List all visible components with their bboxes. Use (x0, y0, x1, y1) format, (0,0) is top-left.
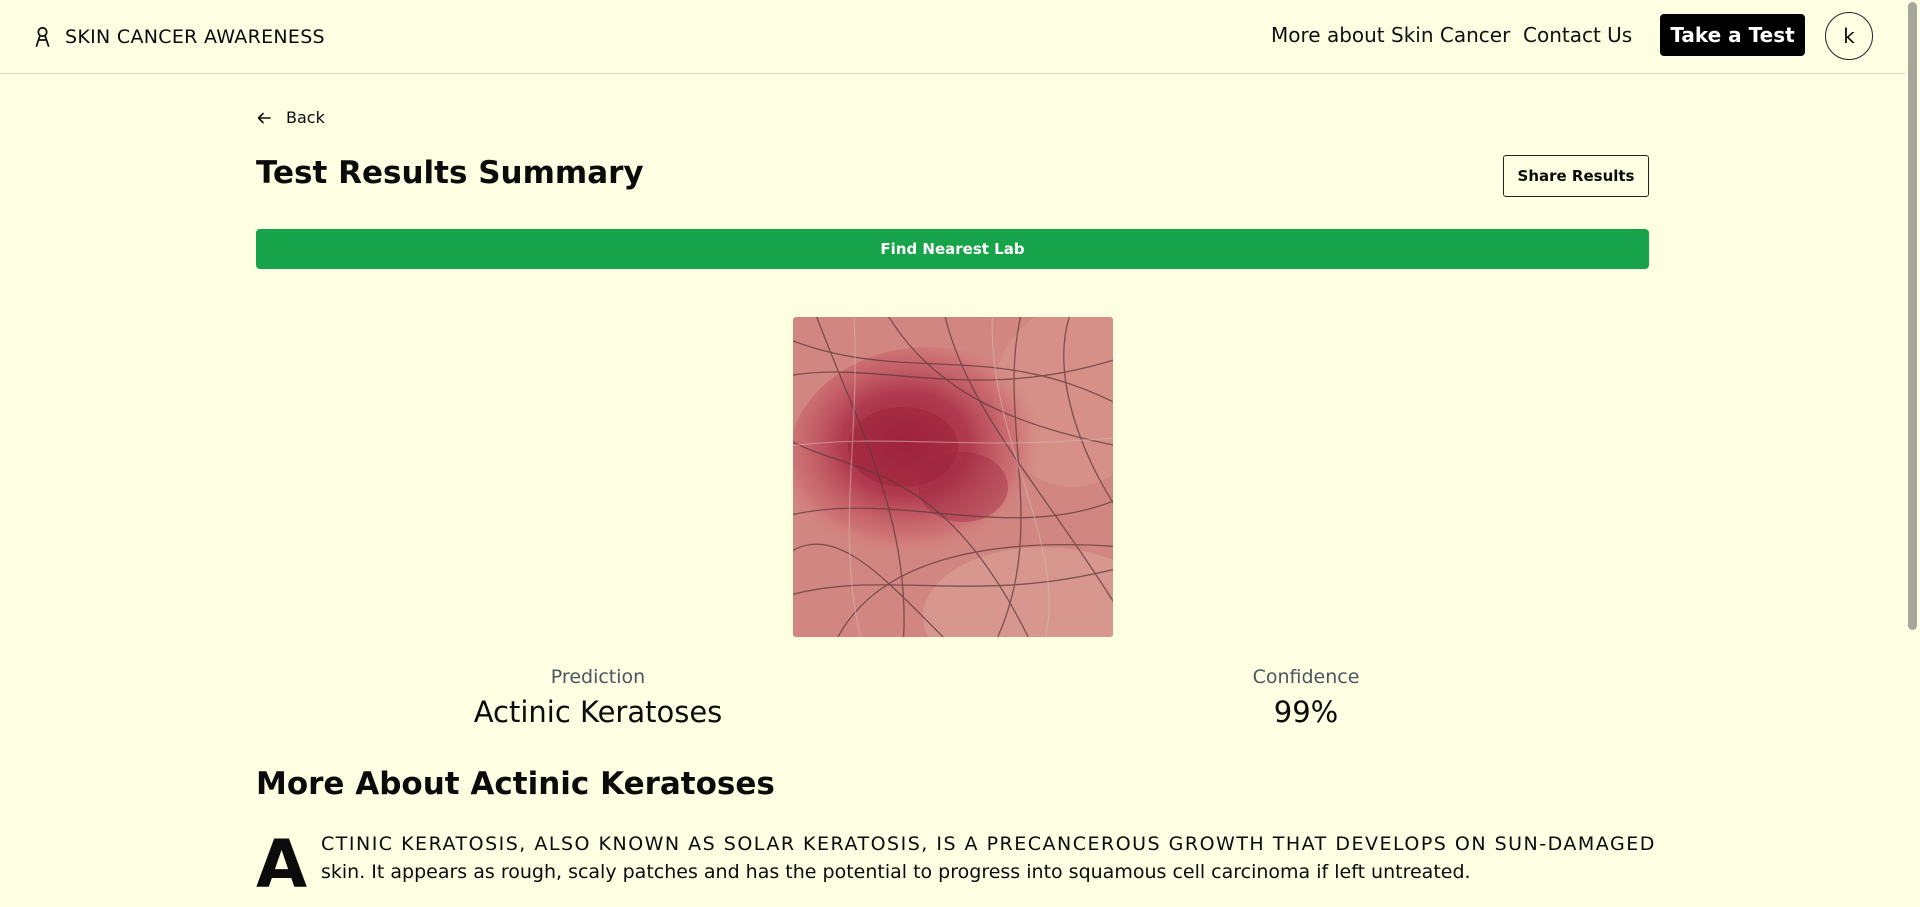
find-nearest-lab-button[interactable]: Find Nearest Lab (256, 229, 1649, 269)
back-label: Back (286, 108, 325, 127)
about-lead-text: CTINIC KERATOSIS, ALSO KNOWN AS SOLAR KE… (321, 833, 1656, 855)
user-avatar[interactable]: k (1825, 12, 1873, 60)
top-navbar: SKIN CANCER AWARENESS More about Skin Ca… (0, 0, 1905, 74)
awareness-ribbon-icon (35, 26, 50, 47)
confidence-block: Confidence 99% (1106, 665, 1506, 731)
skin-lesion-image (793, 317, 1113, 637)
nav-contact-us[interactable]: Contact Us (1523, 21, 1632, 49)
nav-more-about-skin-cancer[interactable]: More about Skin Cancer (1271, 21, 1510, 49)
take-a-test-button[interactable]: Take a Test (1660, 14, 1805, 56)
confidence-value: 99% (1273, 695, 1339, 729)
drop-cap: A (256, 826, 308, 903)
page-title: Test Results Summary (256, 155, 644, 191)
prediction-label: Prediction (550, 666, 646, 688)
back-link[interactable]: Back (256, 108, 325, 127)
page-scrollbar[interactable] (1905, 0, 1920, 907)
brand-name: SKIN CANCER AWARENESS (65, 26, 325, 48)
share-results-button[interactable]: Share Results (1503, 155, 1649, 197)
arrow-left-icon (257, 112, 271, 123)
confidence-label: Confidence (1252, 666, 1360, 688)
prediction-block: Prediction Actinic Keratoses (398, 665, 798, 731)
scrollbar-thumb[interactable] (1908, 2, 1917, 630)
prediction-value: Actinic Keratoses (473, 695, 723, 729)
brand-logo[interactable]: SKIN CANCER AWARENESS (34, 22, 325, 52)
about-section-title: More About Actinic Keratoses (256, 766, 775, 802)
about-body-text: skin. It appears as rough, scaly patches… (321, 861, 1471, 883)
